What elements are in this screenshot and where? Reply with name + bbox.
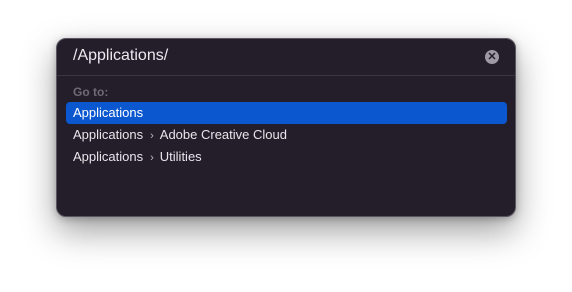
result-item[interactable]: Applications bbox=[66, 102, 507, 124]
result-item[interactable]: Applications › Adobe Creative Cloud bbox=[66, 124, 507, 146]
clear-icon[interactable]: ✕ bbox=[485, 50, 499, 64]
path-input[interactable]: /Applications/ bbox=[73, 47, 168, 65]
path-input-row[interactable]: /Applications/ ✕ bbox=[57, 39, 515, 76]
section-label: Go to: bbox=[73, 85, 109, 99]
result-part: Applications bbox=[73, 127, 144, 142]
result-item[interactable]: Applications › Utilities bbox=[66, 146, 507, 168]
result-part: Applications bbox=[73, 149, 144, 164]
results-list: Applications Applications › Adobe Creative… bbox=[66, 102, 507, 168]
chevron-right-icon: › bbox=[150, 152, 154, 164]
result-part: Adobe Creative Cloud bbox=[159, 127, 287, 142]
result-part: Utilities bbox=[159, 149, 202, 164]
result-part: Applications bbox=[73, 105, 144, 120]
go-to-folder-dialog: /Applications/ ✕ Go to: Applications App… bbox=[56, 38, 516, 217]
chevron-right-icon: › bbox=[150, 130, 154, 142]
